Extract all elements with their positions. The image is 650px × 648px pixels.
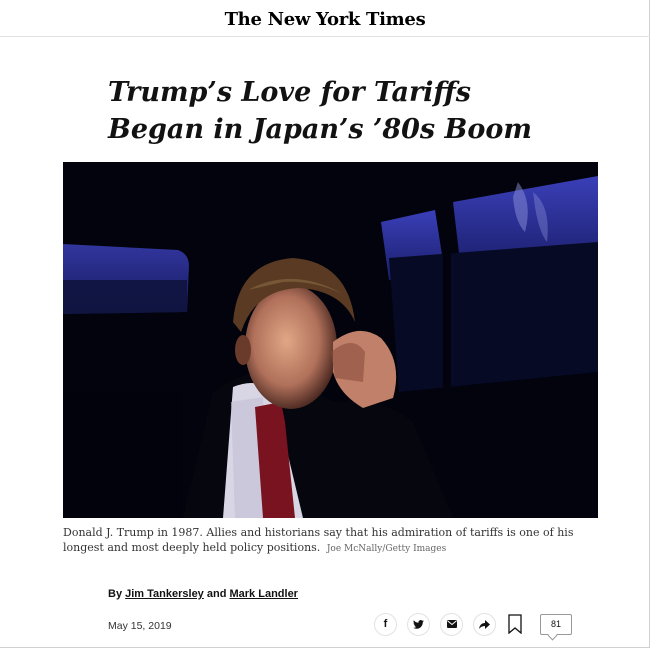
caption-text: Donald J. Trump in 1987. Allies and hist… [63,526,574,554]
comments-button[interactable]: 81 [540,613,572,635]
twitter-share-button[interactable] [407,612,430,636]
byline: By Jim Tankersley and Mark Landler [108,588,298,600]
share-toolbar: f 81 [374,612,572,636]
email-share-button[interactable] [440,612,463,636]
nyt-logo[interactable]: The New York Times [225,9,426,30]
photo-caption: Donald J. Trump in 1987. Allies and hist… [63,525,593,557]
twitter-icon [413,619,424,629]
lead-photo [63,162,598,518]
publish-date: May 15, 2019 [108,620,172,632]
author-link-2[interactable]: Mark Landler [230,588,298,600]
photo-credit: Joe McNally/Getty Images [326,544,447,554]
headline: Trump’s Love for Tariffs Began in Japan’… [108,74,568,148]
headline-line-2: Began in Japan’s ’80s Boom [108,114,532,145]
more-share-button[interactable] [473,612,496,636]
byline-and: and [206,588,227,600]
byline-prefix: By [108,588,123,600]
bookmark-icon[interactable] [508,614,522,634]
facebook-share-button[interactable]: f [374,612,397,636]
masthead: The New York Times [0,0,650,37]
email-icon [446,620,457,628]
comment-count: 81 [550,619,561,629]
facebook-icon: f [383,618,388,630]
share-arrow-icon [479,619,490,629]
lead-photo-image [63,162,598,518]
author-link-1[interactable]: Jim Tankersley [125,588,204,600]
headline-line-1: Trump’s Love for Tariffs [108,77,471,108]
